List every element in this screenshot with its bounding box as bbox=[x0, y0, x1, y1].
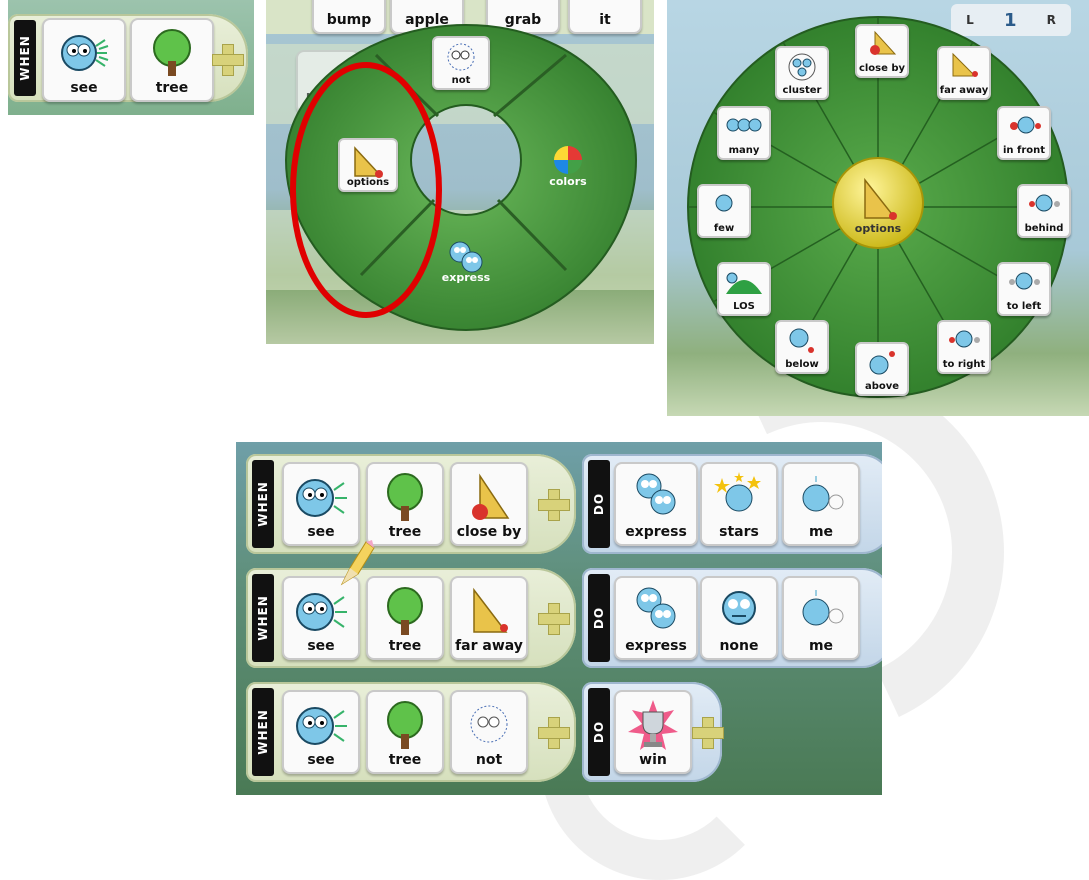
close-by-icon bbox=[870, 30, 897, 55]
tile-me[interactable]: me bbox=[782, 576, 860, 660]
tile-see[interactable]: see bbox=[42, 18, 126, 102]
panel-d: WHEN see tree close by DO express stars … bbox=[236, 442, 882, 795]
do-label: DO bbox=[588, 460, 610, 548]
los-icon bbox=[726, 272, 762, 294]
pie-behind[interactable]: behind bbox=[1017, 184, 1071, 238]
tile-express[interactable]: express bbox=[614, 462, 698, 546]
pie-far-away[interactable]: far away bbox=[937, 46, 991, 100]
rule-1: WHEN see tree close by DO express stars … bbox=[236, 454, 882, 554]
tree-icon bbox=[153, 29, 191, 76]
panel-a: WHEN see tree bbox=[8, 0, 254, 115]
see-icon bbox=[61, 35, 109, 71]
few-icon bbox=[715, 194, 733, 212]
add-tile-button[interactable] bbox=[538, 489, 570, 521]
rule-1-do: DO express stars me bbox=[582, 454, 882, 554]
many-icon bbox=[726, 118, 762, 132]
tile-far-away[interactable]: far away bbox=[450, 576, 528, 660]
pie-close-by[interactable]: close by bbox=[855, 24, 909, 78]
when-label: WHEN bbox=[252, 688, 274, 776]
rule-1-when: WHEN see tree close by bbox=[246, 454, 576, 554]
rule-2: WHEN see tree far away DO express none m… bbox=[236, 540, 882, 668]
tile-tree-label: tree bbox=[155, 80, 189, 96]
do-label: DO bbox=[588, 688, 610, 776]
tree-icon bbox=[387, 701, 423, 749]
rule-3-do: DO win bbox=[582, 682, 724, 782]
express-icon bbox=[636, 473, 676, 515]
options-icon bbox=[354, 146, 383, 178]
tile-not[interactable]: not bbox=[450, 690, 528, 774]
pie-in-front[interactable]: in front bbox=[997, 106, 1051, 160]
tile-stars[interactable]: stars bbox=[700, 462, 778, 546]
tile-win[interactable]: win bbox=[614, 690, 692, 774]
to-right-icon bbox=[949, 330, 980, 348]
me-icon bbox=[802, 590, 844, 626]
pie-below[interactable]: below bbox=[775, 320, 829, 374]
panel-c: L 1 R options close by far away in front bbox=[667, 0, 1089, 416]
win-trophy-icon bbox=[628, 700, 678, 750]
tile-see[interactable]: see bbox=[282, 462, 360, 546]
express-icon bbox=[636, 587, 676, 629]
in-front-icon bbox=[1010, 116, 1041, 134]
tile-see[interactable]: see bbox=[282, 690, 360, 774]
menu-item-not[interactable]: not bbox=[432, 36, 490, 90]
tree-icon bbox=[387, 587, 423, 635]
when-rule-bar: WHEN see tree bbox=[8, 14, 248, 102]
cluster-icon bbox=[788, 53, 816, 81]
none-face-icon bbox=[722, 591, 756, 625]
add-tile-button[interactable] bbox=[538, 603, 570, 635]
rule-2-when: WHEN see tree far away bbox=[246, 568, 576, 668]
tile-tree[interactable]: tree bbox=[366, 462, 444, 546]
see-icon bbox=[296, 707, 347, 745]
menu-item-express[interactable]: express bbox=[434, 234, 498, 288]
tree-icon bbox=[387, 473, 423, 521]
rule-2-do: DO express none me bbox=[582, 568, 882, 668]
tile-close-by[interactable]: close by bbox=[450, 462, 528, 546]
panel-b: bump apple grab it bump not options colo… bbox=[266, 0, 654, 344]
not-icon bbox=[447, 43, 475, 71]
do-label: DO bbox=[588, 574, 610, 662]
pie-cluster[interactable]: cluster bbox=[775, 46, 829, 100]
pie-few[interactable]: few bbox=[697, 184, 751, 238]
see-icon bbox=[296, 593, 347, 631]
rule-3: WHEN see tree not DO win bbox=[236, 682, 882, 782]
pie-many[interactable]: many bbox=[717, 106, 771, 160]
below-icon bbox=[789, 328, 814, 353]
when-label: WHEN bbox=[252, 574, 274, 662]
stars-icon bbox=[714, 472, 761, 512]
close-by-icon bbox=[472, 473, 510, 520]
pie-above[interactable]: above bbox=[855, 342, 909, 396]
above-icon bbox=[869, 351, 895, 375]
tile-see[interactable]: see bbox=[282, 576, 360, 660]
menu-item-colors[interactable]: colors bbox=[536, 138, 600, 192]
tile-tree[interactable]: tree bbox=[366, 576, 444, 660]
tile-see-label: see bbox=[70, 80, 98, 96]
not-icon bbox=[470, 705, 508, 743]
tile-me[interactable]: me bbox=[782, 462, 860, 546]
center-options-label: options bbox=[854, 222, 902, 235]
add-tile-button[interactable] bbox=[538, 717, 570, 749]
far-away-icon bbox=[473, 587, 508, 633]
pie-los[interactable]: LOS bbox=[717, 262, 771, 316]
far-away-icon bbox=[952, 52, 978, 77]
add-tile-button[interactable] bbox=[692, 717, 724, 749]
colors-icon bbox=[554, 146, 582, 174]
behind-icon bbox=[1029, 194, 1060, 212]
when-label: WHEN bbox=[14, 20, 36, 96]
tile-express[interactable]: express bbox=[614, 576, 698, 660]
add-tile-button[interactable] bbox=[212, 44, 244, 76]
menu-item-options[interactable]: options bbox=[338, 138, 398, 192]
tile-tree[interactable]: tree bbox=[130, 18, 214, 102]
to-left-icon bbox=[1009, 272, 1040, 290]
me-icon bbox=[802, 476, 844, 512]
tile-tree[interactable]: tree bbox=[366, 690, 444, 774]
see-icon bbox=[296, 479, 347, 517]
pencil-cursor-icon bbox=[340, 540, 375, 586]
pie-to-left[interactable]: to left bbox=[997, 262, 1051, 316]
when-label: WHEN bbox=[252, 460, 274, 548]
pie-to-right[interactable]: to right bbox=[937, 320, 991, 374]
rule-3-when: WHEN see tree not bbox=[246, 682, 576, 782]
express-icon bbox=[449, 241, 483, 273]
tile-none[interactable]: none bbox=[700, 576, 778, 660]
